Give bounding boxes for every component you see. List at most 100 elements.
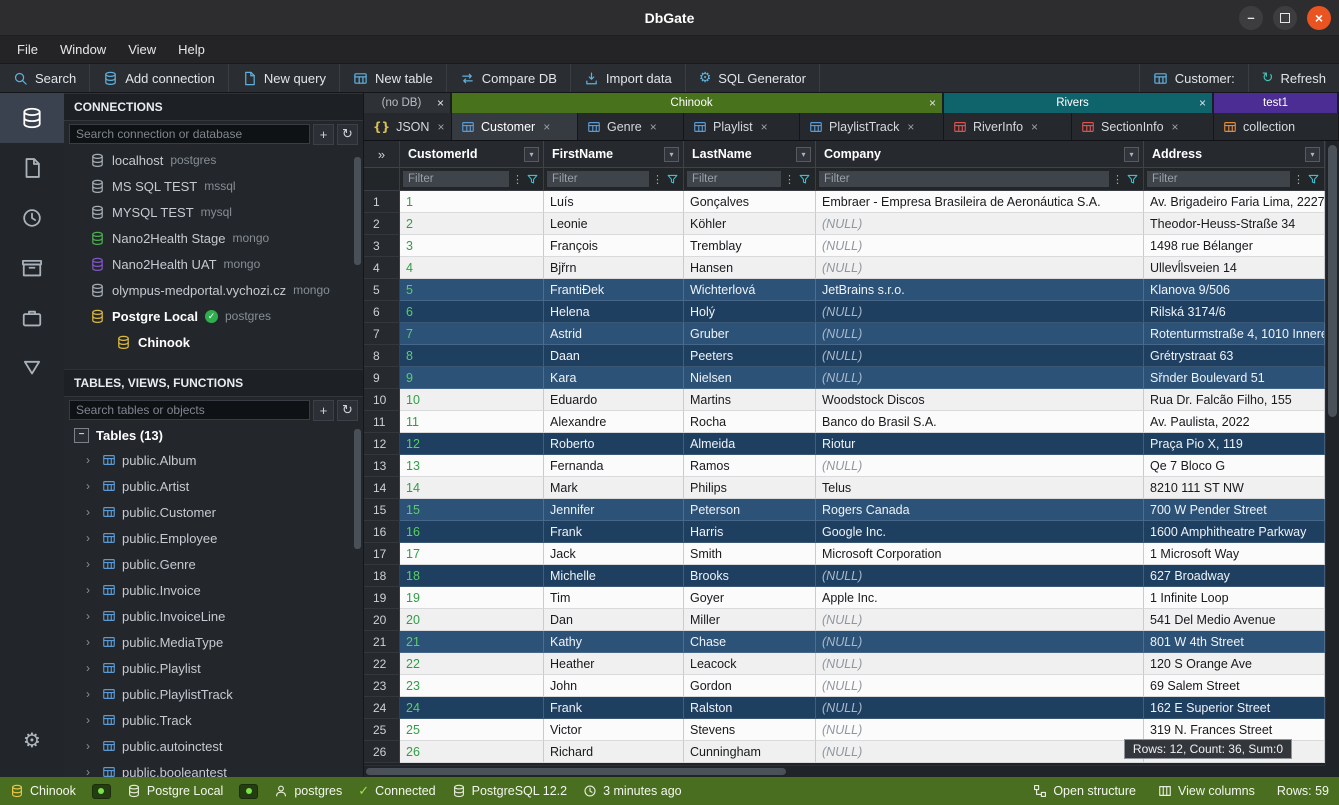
grid-cell[interactable]: 24	[400, 697, 544, 719]
grid-cell[interactable]: 11	[400, 411, 544, 433]
connection-item[interactable]: Nano2Health UATmongo	[64, 251, 363, 277]
grid-cell[interactable]: 541 Del Medio Avenue	[1144, 609, 1325, 631]
grid-cell[interactable]: Mark	[544, 477, 684, 499]
db-group-tab-test1[interactable]: test1	[1214, 93, 1339, 113]
column-dropdown-icon[interactable]: ▾	[796, 147, 811, 162]
funnel-icon[interactable]	[526, 173, 539, 186]
row-number[interactable]: 18	[364, 565, 400, 587]
grid-cell[interactable]: 6	[400, 301, 544, 323]
grid-corner-expand-icon[interactable]: »	[364, 141, 400, 167]
tab-json[interactable]: {}JSON×	[364, 113, 452, 140]
grid-cell[interactable]: Astrid	[544, 323, 684, 345]
table-list-item[interactable]: ›public.Genre	[64, 551, 363, 577]
column-header-address[interactable]: Address▾	[1144, 141, 1325, 167]
grid-cell[interactable]: 7	[400, 323, 544, 345]
column-dropdown-icon[interactable]: ▾	[664, 147, 679, 162]
grid-cell[interactable]: 1498 rue Bélanger	[1144, 235, 1325, 257]
activity-archive-button[interactable]	[0, 243, 64, 293]
grid-cell[interactable]: Jack	[544, 543, 684, 565]
toolbar-refresh-button[interactable]: ↻Refresh	[1248, 64, 1339, 92]
tab-customer[interactable]: Customer×	[452, 113, 578, 140]
horizontal-scrollbar-thumb[interactable]	[366, 768, 786, 775]
grid-cell[interactable]: 22	[400, 653, 544, 675]
row-number[interactable]: 10	[364, 389, 400, 411]
grid-cell[interactable]: Rua Dr. Falcão Filho, 155	[1144, 389, 1325, 411]
kebab-menu-icon[interactable]: ⋮	[512, 174, 523, 185]
connections-search-input[interactable]	[69, 124, 310, 144]
row-number[interactable]: 8	[364, 345, 400, 367]
grid-cell[interactable]: Almeida	[684, 433, 816, 455]
kebab-menu-icon[interactable]: ⋮	[652, 174, 663, 185]
tab-playlisttrack[interactable]: PlaylistTrack×	[800, 113, 944, 140]
horizontal-scrollbar[interactable]	[364, 765, 1325, 777]
grid-cell[interactable]: Rotenturmstraße 4, 1010 Innere Stadt	[1144, 323, 1325, 345]
grid-cell[interactable]: Heather	[544, 653, 684, 675]
grid-cell[interactable]: 1	[400, 191, 544, 213]
grid-cell[interactable]: 14	[400, 477, 544, 499]
menu-help[interactable]: Help	[167, 38, 216, 61]
connection-item[interactable]: Nano2Health Stagemongo	[64, 225, 363, 251]
column-dropdown-icon[interactable]: ▾	[1305, 147, 1320, 162]
grid-cell[interactable]: 26	[400, 741, 544, 763]
grid-cell[interactable]: 13	[400, 455, 544, 477]
filter-input-address[interactable]	[1147, 171, 1290, 187]
grid-cell[interactable]: 8210 111 ST NW	[1144, 477, 1325, 499]
add-table-icon[interactable]: +	[313, 400, 334, 421]
connection-item[interactable]: olympus-medportal.vychozi.czmongo	[64, 277, 363, 303]
grid-cell[interactable]: (NULL)	[816, 235, 1144, 257]
filter-input-firstname[interactable]	[547, 171, 649, 187]
toolbar-compare-db-button[interactable]: Compare DB	[447, 64, 571, 92]
activity-settings-button[interactable]: ⚙	[0, 715, 64, 765]
grid-cell[interactable]: Gruber	[684, 323, 816, 345]
activity-briefcase-button[interactable]	[0, 293, 64, 343]
kebab-menu-icon[interactable]: ⋮	[784, 174, 795, 185]
grid-cell[interactable]: (NULL)	[816, 213, 1144, 235]
row-number[interactable]: 24	[364, 697, 400, 719]
column-header-customerid[interactable]: CustomerId▾	[400, 141, 544, 167]
grid-cell[interactable]: 16	[400, 521, 544, 543]
grid-cell[interactable]: Köhler	[684, 213, 816, 235]
row-number[interactable]: 3	[364, 235, 400, 257]
grid-cell[interactable]: Google Inc.	[816, 521, 1144, 543]
row-number[interactable]: 7	[364, 323, 400, 345]
filter-input-customerid[interactable]	[403, 171, 509, 187]
grid-cell[interactable]: (NULL)	[816, 345, 1144, 367]
close-icon[interactable]: ×	[1172, 120, 1179, 134]
db-group-tab-rivers[interactable]: Rivers×	[944, 93, 1214, 113]
row-number[interactable]: 6	[364, 301, 400, 323]
grid-cell[interactable]: 21	[400, 631, 544, 653]
column-header-company[interactable]: Company▾	[816, 141, 1144, 167]
refresh-connections-icon[interactable]: ↻	[337, 124, 358, 145]
db-group-tab-chinook[interactable]: Chinook×	[452, 93, 944, 113]
grid-cell[interactable]: François	[544, 235, 684, 257]
close-icon[interactable]: ×	[543, 120, 550, 134]
connection-item[interactable]: MS SQL TESTmssql	[64, 173, 363, 199]
row-number[interactable]: 15	[364, 499, 400, 521]
grid-cell[interactable]: Michelle	[544, 565, 684, 587]
grid-cell[interactable]: Helena	[544, 301, 684, 323]
activity-file-button[interactable]	[0, 143, 64, 193]
table-list-item[interactable]: ›public.Employee	[64, 525, 363, 551]
row-number[interactable]: 21	[364, 631, 400, 653]
close-icon[interactable]: ×	[1031, 120, 1038, 134]
column-header-lastname[interactable]: LastName▾	[684, 141, 816, 167]
grid-cell[interactable]: 69 Salem Street	[1144, 675, 1325, 697]
close-icon[interactable]: ×	[437, 120, 444, 134]
row-number[interactable]: 5	[364, 279, 400, 301]
grid-cell[interactable]: 10	[400, 389, 544, 411]
filter-input-company[interactable]	[819, 171, 1109, 187]
grid-cell[interactable]: Holý	[684, 301, 816, 323]
activity-filter-button[interactable]	[0, 343, 64, 393]
grid-cell[interactable]: (NULL)	[816, 675, 1144, 697]
row-number[interactable]: 11	[364, 411, 400, 433]
tab-playlist[interactable]: Playlist×	[684, 113, 800, 140]
row-number[interactable]: 2	[364, 213, 400, 235]
grid-cell[interactable]: Gonçalves	[684, 191, 816, 213]
close-icon[interactable]: ×	[650, 120, 657, 134]
grid-cell[interactable]: Harris	[684, 521, 816, 543]
grid-cell[interactable]: (NULL)	[816, 455, 1144, 477]
table-list-item[interactable]: ›public.Track	[64, 707, 363, 733]
tables-scrollbar[interactable]	[354, 429, 361, 549]
grid-cell[interactable]: 1 Infinite Loop	[1144, 587, 1325, 609]
toolbar-new-table-button[interactable]: New table	[340, 64, 447, 92]
